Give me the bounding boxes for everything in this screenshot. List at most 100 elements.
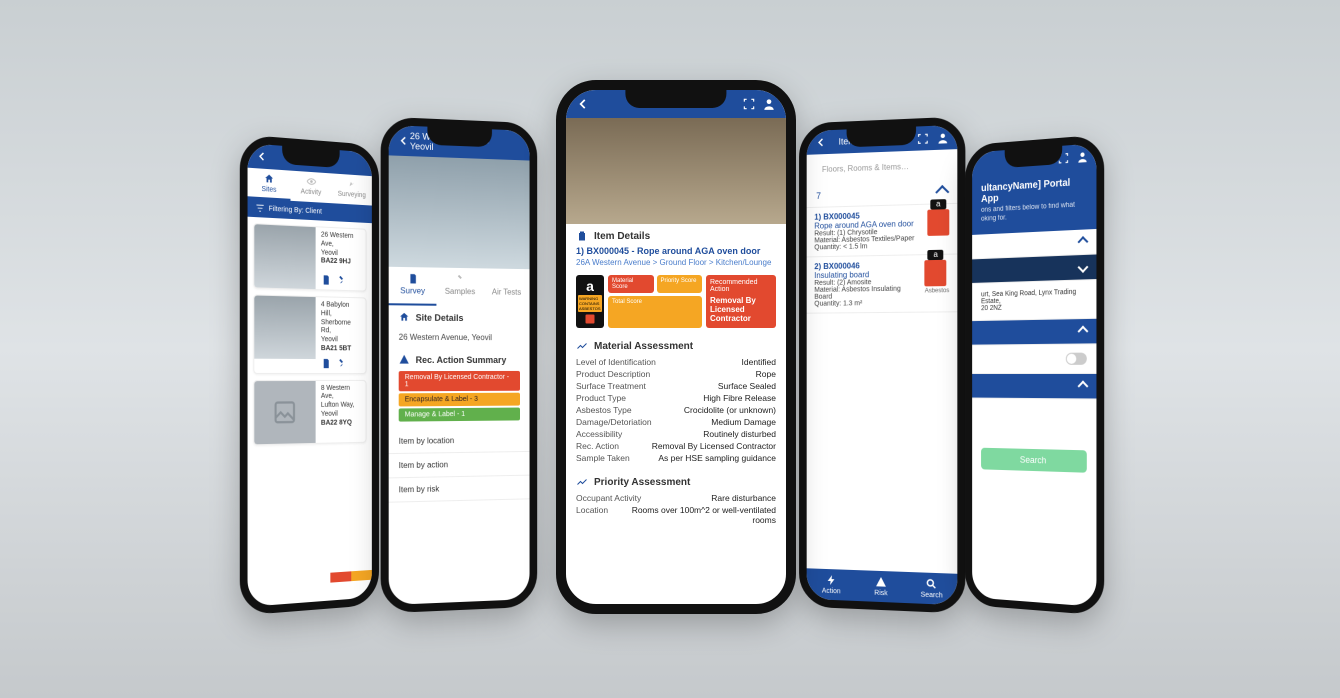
total-score-gauge: Total Score (608, 296, 702, 328)
site-address: 8 Western Ave, Lufton Way, Yeovil BA22 8… (321, 384, 360, 428)
profile-icon[interactable] (1075, 149, 1088, 164)
phone-item-details: Item Details Item Details 1) BX000045 - … (556, 80, 796, 614)
tab-samples[interactable]: Samples (436, 268, 483, 307)
qr-icon (582, 313, 598, 325)
site-address-text: 26 Western Avenue, Yeovil (389, 327, 530, 349)
site-photo (254, 224, 315, 289)
kv-row: Asbestos TypeCrocidolite (or unknown) (576, 404, 776, 416)
trend-icon (576, 476, 588, 488)
breadcrumb[interactable]: 26A Western Avenue > Ground Floor > Kitc… (566, 256, 786, 273)
site-card[interactable]: 4 Babylon Hill, Sherborne Rd, Yeovil BA2… (253, 294, 366, 373)
kv-row: Sample TakenAs per HSE sampling guidance (576, 452, 776, 464)
site-card[interactable]: 26 Western Ave, Yeovil BA22 9HJ (253, 223, 366, 291)
kv-row: Product TypeHigh Fibre Release (576, 392, 776, 404)
score-panel: a WARNING CONTAINS ASBESTOS Material Sco… (576, 275, 776, 328)
kv-row: AccessibilityRoutinely disturbed (576, 428, 776, 440)
image-placeholder-icon (273, 399, 298, 426)
back-icon[interactable] (255, 149, 268, 164)
bolt-icon (825, 574, 837, 586)
group-count: 7 (816, 191, 821, 201)
recommended-action-box: Recommended Action Removal By Licensed C… (706, 275, 776, 328)
bottom-nav: Action Risk Search (807, 568, 958, 605)
kv-row: Occupant ActivityRare disturbance (576, 492, 776, 504)
chevron-down-icon (1078, 261, 1089, 273)
toggle-switch[interactable] (1066, 353, 1087, 365)
search-button[interactable]: Search (981, 448, 1087, 473)
accordion-row[interactable] (972, 374, 1096, 400)
warning-icon (399, 354, 410, 365)
site-address: 26 Western Ave, Yeovil BA22 9HJ (321, 231, 360, 267)
welcome-title: ultancyName] Portal App (981, 176, 1087, 205)
document-icon[interactable] (321, 274, 331, 285)
chevron-up-icon (1078, 380, 1089, 392)
search-input[interactable]: Floors, Rooms & Items… (814, 155, 949, 179)
accordion-site-row[interactable]: urt, Sea King Road, Lynx Trading Estate,… (972, 280, 1096, 321)
accordion-row[interactable] (972, 254, 1096, 283)
kv-row: Surface TreatmentSurface Sealed (576, 380, 776, 392)
rec-action-pill[interactable]: Manage & Label - 1 (399, 408, 520, 422)
search-icon (926, 578, 938, 591)
microscope-icon[interactable] (337, 275, 347, 286)
item-hero-photo (566, 118, 786, 224)
nav-risk[interactable]: Risk (856, 570, 906, 603)
notch (625, 90, 726, 108)
item-title: 1) BX000045 - Rope around AGA oven door (566, 246, 786, 256)
accordion-toggle-row[interactable] (972, 344, 1096, 374)
tabs: Survey Samples Air Tests (389, 267, 530, 307)
home-icon (399, 311, 410, 322)
spacer (352, 156, 365, 171)
site-card[interactable]: 8 Western Ave, Lufton Way, Yeovil BA22 8… (253, 379, 366, 444)
back-icon[interactable] (576, 97, 590, 111)
tab-survey[interactable]: Survey (389, 267, 437, 306)
phone-filters: Filters ultancyName] Portal App ons and … (965, 134, 1104, 615)
tab-label: Sites (262, 186, 277, 194)
microscope-icon[interactable] (337, 358, 347, 369)
document-icon[interactable] (321, 358, 331, 369)
kv-row: Level of IdentificationIdentified (576, 356, 776, 368)
phone-home: Home Sites Activity Surveying Filtering … (240, 134, 379, 615)
tab-activity[interactable]: Activity (290, 171, 331, 204)
clipboard-icon (576, 230, 588, 242)
profile-icon[interactable] (935, 130, 949, 145)
nav-search[interactable]: Search (906, 572, 957, 605)
link-item-by-action[interactable]: Item by action (389, 452, 530, 478)
warning-icon (875, 576, 887, 588)
qr-badge[interactable] (927, 209, 949, 236)
site-address: 4 Babylon Hill, Sherborne Rd, Yeovil BA2… (321, 301, 360, 354)
item-row[interactable]: 2) BX000046 Insulating board Result: (2)… (807, 255, 958, 314)
chevron-up-icon (1078, 326, 1089, 338)
scan-icon[interactable] (915, 131, 929, 146)
scan-icon[interactable] (742, 97, 756, 111)
filter-icon (255, 203, 265, 214)
tab-surveying[interactable]: Surveying (332, 173, 372, 205)
site-photo-placeholder (254, 380, 315, 443)
nav-action[interactable]: Action (807, 568, 856, 601)
section-item-details: Item Details (566, 224, 786, 246)
kv-row: Product DescriptionRope (576, 368, 776, 380)
link-item-by-location[interactable]: Item by location (389, 428, 530, 454)
section-site-details: Site Details (389, 305, 530, 327)
notch (427, 127, 492, 148)
back-icon[interactable] (814, 135, 827, 149)
rec-action-pill[interactable]: Encapsulate & Label - 3 (399, 393, 520, 407)
rec-action-pill[interactable]: Removal By Licensed Contractor - 1 (399, 371, 520, 391)
accordion-row[interactable] (972, 319, 1096, 346)
section-material-assessment: Material Assessment (566, 334, 786, 356)
tab-label: Surveying (338, 191, 366, 200)
phone-site-detail: 26 Western Avenue, Yeovil Survey Samples… (381, 117, 538, 614)
tab-airtests[interactable]: Air Tests (483, 268, 529, 306)
profile-icon[interactable] (762, 97, 776, 111)
back-icon[interactable] (397, 133, 410, 148)
site-photo (254, 296, 315, 360)
link-item-by-risk[interactable]: Item by risk (389, 476, 530, 503)
chevron-up-icon (935, 185, 949, 199)
kv-row: LocationRooms over 100m^2 or well-ventil… (576, 504, 776, 526)
site-hero-photo (389, 155, 530, 269)
tab-sites[interactable]: Sites (248, 168, 291, 201)
section-priority-assessment: Priority Assessment (566, 470, 786, 492)
material-score-gauge: Material Score (608, 275, 654, 293)
qr-badge[interactable] (925, 260, 947, 287)
section-rec-action: Rec. Action Summary (389, 348, 530, 369)
tab-label: Activity (301, 188, 322, 196)
notch (847, 127, 916, 148)
